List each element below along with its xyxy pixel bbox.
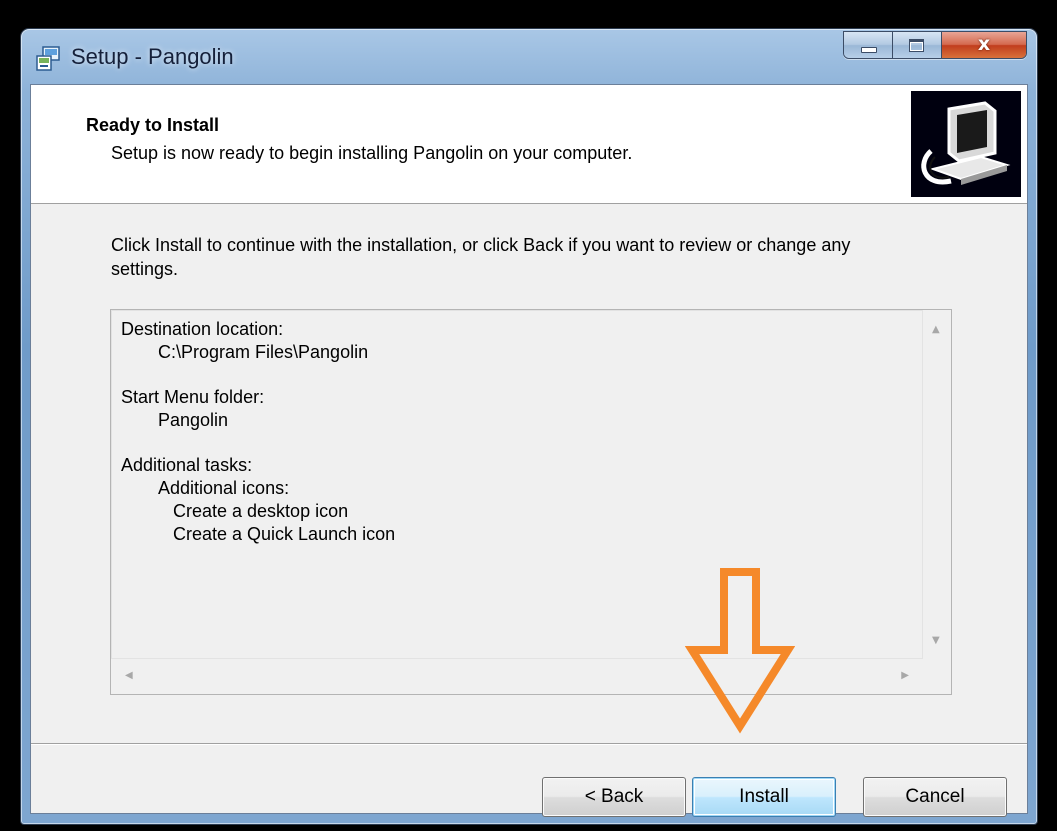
maximize-button[interactable]	[893, 32, 942, 58]
memo-line: Additional icons:	[158, 478, 290, 498]
scroll-up-icon[interactable]: ▲	[932, 324, 940, 335]
wizard-client-area: Ready to Install Setup is now ready to b…	[30, 84, 1028, 817]
page-subheading: Setup is now ready to begin installing P…	[111, 143, 633, 163]
install-button[interactable]: Install	[692, 777, 836, 817]
page-heading: Ready to Install	[86, 115, 220, 135]
ready-memo[interactable]: Destination location: C:\Program Files\Pa…	[110, 309, 952, 695]
memo-line: C:\Program Files\Pangolin	[158, 342, 369, 362]
close-icon: x	[977, 33, 991, 55]
memo-spacer	[121, 432, 395, 454]
caption-buttons: x	[843, 31, 1027, 59]
back-button[interactable]: < Back	[542, 777, 686, 817]
scroll-left-icon[interactable]: ◀	[125, 670, 133, 681]
close-button[interactable]: x	[942, 32, 1026, 58]
setup-window: Setup - Pangolin x Ready to Install Setu…	[20, 28, 1038, 825]
footer-separator	[31, 743, 1027, 745]
memo-line: Create a desktop icon	[173, 501, 349, 521]
memo-line: Start Menu folder:	[121, 387, 265, 407]
vertical-scrollbar[interactable]: ▲ ▼	[922, 310, 951, 658]
horizontal-scrollbar[interactable]: ◀ ▶	[111, 658, 923, 694]
wizard-header: Ready to Install Setup is now ready to b…	[31, 85, 1027, 204]
cancel-button[interactable]: Cancel	[863, 777, 1007, 817]
instructions-text: Click Install to continue with the insta…	[111, 235, 851, 279]
setup-app-icon[interactable]	[35, 46, 61, 72]
scroll-down-icon[interactable]: ▼	[932, 635, 940, 646]
memo-line: Destination location:	[121, 319, 284, 339]
memo-spacer	[121, 364, 395, 386]
scrollbar-corner	[923, 659, 951, 694]
minimize-button[interactable]	[844, 32, 893, 58]
memo-line: Additional tasks:	[121, 455, 253, 475]
memo-line: Create a Quick Launch icon	[173, 524, 396, 544]
window-title: Setup - Pangolin	[71, 44, 234, 69]
title-bar[interactable]: Setup - Pangolin x	[21, 29, 1037, 85]
installer-computer-icon	[911, 91, 1021, 197]
memo-content: Destination location: C:\Program Files\Pa…	[121, 318, 395, 546]
memo-line: Pangolin	[158, 410, 229, 430]
scroll-right-icon[interactable]: ▶	[901, 670, 909, 681]
annotation-down-arrow-icon	[685, 568, 795, 734]
